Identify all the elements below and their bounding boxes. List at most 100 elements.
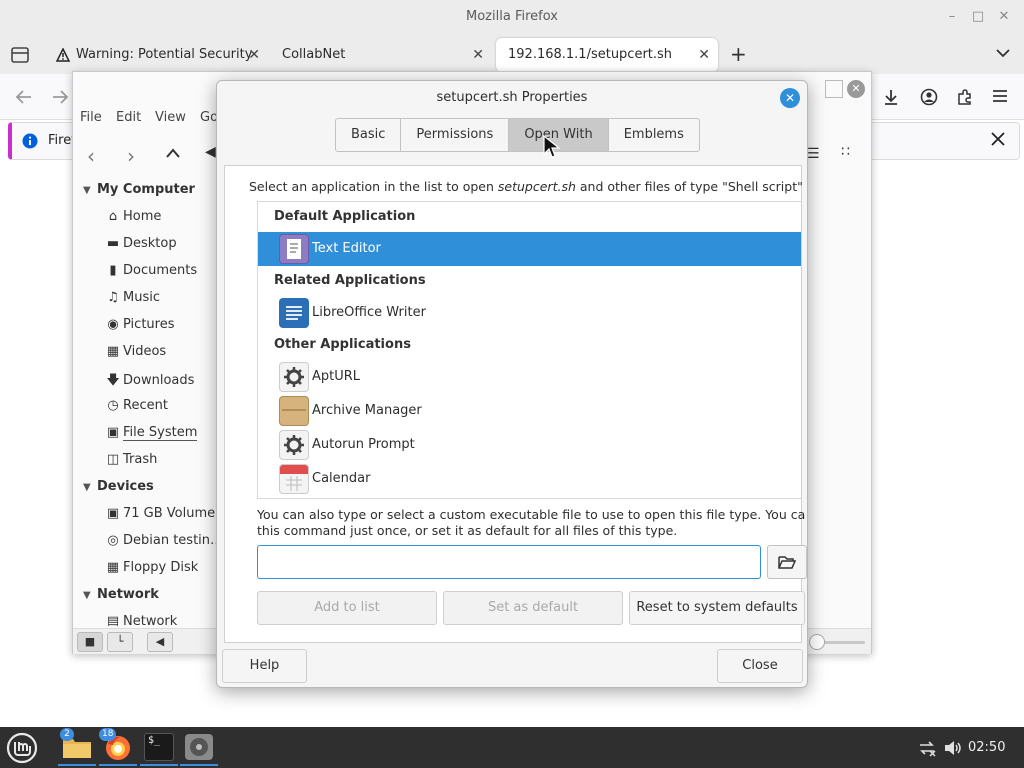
maximize-icon[interactable]: □ <box>968 7 988 27</box>
download-icon[interactable] <box>882 88 900 106</box>
close-window-icon[interactable]: ✕ <box>847 80 865 98</box>
tab-emblems[interactable]: Emblems <box>609 119 699 151</box>
floppy-icon: ▦ <box>106 560 120 575</box>
sidebar-item-documents[interactable]: ▮ Documents <box>103 263 197 278</box>
show-treeview-button[interactable]: └ <box>107 632 133 652</box>
application-list: Default Application Text Editor Related … <box>257 201 801 499</box>
gear-icon <box>279 430 309 460</box>
forward-icon[interactable] <box>50 88 70 106</box>
close-tab-icon[interactable]: ✕ <box>248 38 260 72</box>
sidebar-item-home[interactable]: ⌂ Home <box>103 209 162 224</box>
sidebar-item-floppy[interactable]: ▦ Floppy Disk <box>103 560 198 575</box>
text-editor-icon <box>279 234 309 264</box>
extensions-icon[interactable] <box>956 88 974 106</box>
new-tab-button[interactable]: + <box>730 42 747 66</box>
desktop-icon: ▬ <box>106 236 120 251</box>
tab-collabnet[interactable]: CollabNet ✕ <box>270 38 492 72</box>
taskbar-files[interactable]: 2 <box>58 728 96 766</box>
sidebar-item-recent[interactable]: ◷ Recent <box>103 398 168 413</box>
tab-label: Warning: Potential Security <box>76 47 253 62</box>
terminal-icon: $_ <box>144 733 174 761</box>
account-icon[interactable] <box>920 88 938 106</box>
mint-menu-icon[interactable] <box>4 730 40 766</box>
window-title: Mozilla Firefox <box>466 9 558 24</box>
taskbar-disc-app[interactable] <box>180 728 218 766</box>
sidebar-item-pictures[interactable]: ◉ Pictures <box>103 317 174 332</box>
sidebar-item-trash[interactable]: ◫ Trash <box>103 452 158 467</box>
tab-warning[interactable]: Warning: Potential Security ✕ <box>46 38 268 72</box>
tab-permissions[interactable]: Permissions <box>401 119 510 151</box>
reset-to-defaults-button[interactable]: Reset to system defaults <box>629 591 805 625</box>
app-row-calendar[interactable]: Calendar <box>258 462 801 496</box>
sidebar-section-network[interactable]: ▼ Network <box>83 587 159 602</box>
disc-icon <box>184 733 214 761</box>
grid-view-icon[interactable]: ∷ <box>841 144 850 160</box>
download-icon: 🡇 <box>106 373 120 388</box>
app-row-autorun-prompt[interactable]: Autorun Prompt <box>258 428 801 462</box>
menu-view[interactable]: View <box>155 110 186 125</box>
sidebar-item-videos[interactable]: ▦ Videos <box>103 344 166 359</box>
custom-command-input[interactable] <box>257 545 761 579</box>
app-label: Text Editor <box>312 241 381 256</box>
app-row-libreoffice-writer[interactable]: LibreOffice Writer <box>258 296 801 330</box>
app-row-apturl[interactable]: AptURL <box>258 360 801 394</box>
sidebar-item-music[interactable]: ♫ Music <box>103 290 160 305</box>
clock[interactable]: 02:50 <box>968 727 1005 768</box>
close-tab-icon[interactable]: ✕ <box>698 38 710 72</box>
close-notification-icon[interactable] <box>990 131 1006 147</box>
menu-file[interactable]: File <box>80 110 102 125</box>
taskbar-firefox[interactable]: 18 <box>99 728 137 766</box>
tab-setupcert[interactable]: 192.168.1.1/setupcert.sh ✕ <box>496 38 718 72</box>
app-menu-icon[interactable] <box>992 88 1008 104</box>
show-places-button[interactable]: ■ <box>77 632 103 652</box>
menu-edit[interactable]: Edit <box>116 110 141 125</box>
trash-icon: ◫ <box>106 452 120 467</box>
list-view-icon[interactable]: ☰ <box>807 146 820 162</box>
taskbar-terminal[interactable]: $_ <box>140 728 178 766</box>
list-tabs-icon[interactable] <box>994 44 1012 62</box>
volume-icon[interactable] <box>943 739 963 757</box>
tab-basic[interactable]: Basic <box>336 119 402 151</box>
app-label: LibreOffice Writer <box>312 305 426 320</box>
nav-up-icon[interactable] <box>165 146 181 160</box>
browse-button[interactable] <box>767 545 807 579</box>
nav-back-icon[interactable]: ‹ <box>87 144 95 168</box>
maximize-icon[interactable] <box>825 80 843 98</box>
libreoffice-writer-icon <box>279 298 309 328</box>
add-to-list-button[interactable]: Add to list <box>257 591 437 625</box>
sidebar-item-desktop[interactable]: ▬ Desktop <box>103 236 177 251</box>
sidebar-item-network[interactable]: ▤ Network <box>103 614 177 626</box>
sidebar-item-debian[interactable]: ◎ Debian testin… <box>103 533 219 548</box>
nav-forward-icon[interactable]: › <box>127 144 135 168</box>
firefox-badge: 18 <box>99 728 117 741</box>
sidebar-section-my-computer[interactable]: ▼ My Computer <box>83 182 195 197</box>
group-related-applications: Related Applications <box>274 273 426 288</box>
clock-icon: ◷ <box>107 398 119 413</box>
disc-icon: ◎ <box>107 533 119 548</box>
close-tab-icon[interactable]: ✕ <box>472 38 484 72</box>
sidebar-item-file-system[interactable]: ▣ File System <box>103 425 198 441</box>
back-icon[interactable] <box>14 88 34 106</box>
network-icon: ▤ <box>106 614 120 626</box>
network-status-icon[interactable] <box>918 739 936 757</box>
camera-icon: ◉ <box>107 317 119 332</box>
toggle-path-icon[interactable]: ◀ <box>205 144 216 160</box>
help-button[interactable]: Help <box>222 649 307 683</box>
set-as-default-button[interactable]: Set as default <box>443 591 623 625</box>
tab-overview-icon[interactable] <box>8 44 32 66</box>
hide-sidebar-button[interactable]: ◀ <box>147 632 173 652</box>
app-row-archive-manager[interactable]: Archive Manager <box>258 394 801 428</box>
close-window-icon[interactable]: ✕ <box>994 7 1014 27</box>
zoom-slider-handle[interactable] <box>809 634 825 650</box>
sidebar-item-volume[interactable]: ▣ 71 GB Volume <box>103 506 215 521</box>
files-badge: 2 <box>60 728 74 741</box>
sidebar-section-devices[interactable]: ▼ Devices <box>83 479 154 494</box>
drive-icon: ▣ <box>106 425 120 440</box>
dialog-title: setupcert.sh Properties <box>436 90 588 105</box>
close-dialog-icon[interactable]: ✕ <box>780 88 800 108</box>
sidebar-item-downloads[interactable]: 🡇 Downloads <box>103 371 194 393</box>
properties-dialog: setupcert.sh Properties ✕ Basic Permissi… <box>216 80 808 688</box>
app-row-text-editor[interactable]: Text Editor <box>258 232 801 266</box>
minimize-icon[interactable]: – <box>942 7 962 27</box>
close-button[interactable]: Close <box>717 649 803 683</box>
